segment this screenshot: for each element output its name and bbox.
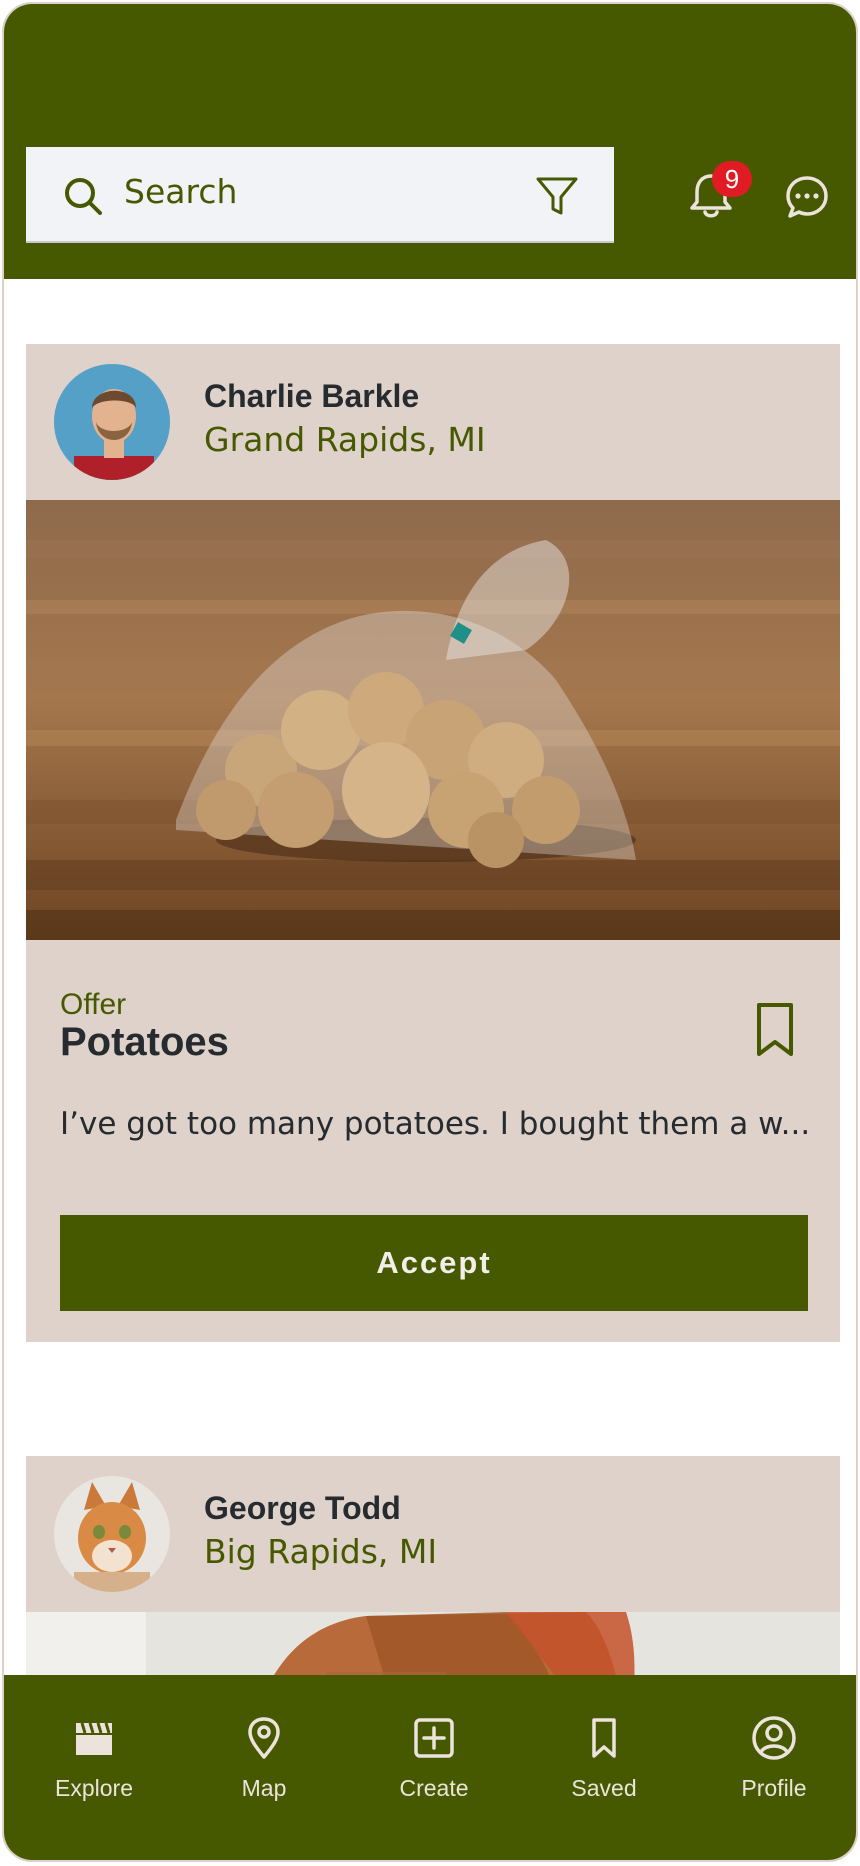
nav-label: Profile [741,1775,807,1801]
user-location: Grand Rapids, MI [204,420,486,459]
user-location: Big Rapids, MI [204,1532,438,1571]
nav-label: Create [399,1775,469,1801]
user-name[interactable]: Charlie Barkle [204,378,419,415]
post-image[interactable] [26,500,840,940]
bookmark-icon[interactable] [752,1000,798,1060]
map-pin-icon [248,1717,280,1759]
notification-badge: 9 [712,161,752,197]
search-input[interactable]: Search [26,147,614,243]
avatar[interactable] [54,364,170,480]
app-header: Search 9 [4,4,856,279]
search-placeholder: Search [124,172,238,211]
avatar-photo [54,1476,170,1592]
plus-square-icon [414,1718,454,1758]
app-screen: Search 9 Charlie Barkle Grand Rapids, MI… [2,2,858,1862]
potatoes-photo [26,500,840,940]
post-header: George Todd Big Rapids, MI [26,1456,840,1612]
nav-label: Saved [571,1775,637,1801]
filter-icon[interactable] [534,173,580,219]
bookmark-icon [592,1718,616,1758]
search-icon [65,178,102,215]
post-description: I’ve got too many potatoes. I bought the… [60,1106,811,1142]
accept-button[interactable]: Accept [60,1215,808,1311]
nav-label: Explore [55,1775,133,1801]
user-circle-icon [752,1716,796,1760]
avatar-photo [54,364,170,480]
post-header: Charlie Barkle Grand Rapids, MI [26,344,840,500]
post-title: Potatoes [60,1020,229,1064]
nav-create[interactable]: Create [364,1715,504,1825]
nav-explore[interactable]: Explore [24,1715,164,1825]
post-type: Offer [60,988,127,1021]
nav-map[interactable]: Map [194,1715,334,1825]
chat-icon[interactable] [784,174,830,220]
nav-saved[interactable]: Saved [534,1715,674,1825]
clapperboard-icon [76,1722,112,1755]
user-name[interactable]: George Todd [204,1490,401,1527]
post-card[interactable]: Charlie Barkle Grand Rapids, MI Offer Po… [26,344,840,1342]
nav-profile[interactable]: Profile [704,1715,844,1825]
nav-label: Map [241,1775,287,1801]
bottom-navigation: Explore Map Create Saved Profile [4,1675,856,1860]
avatar[interactable] [54,1476,170,1592]
